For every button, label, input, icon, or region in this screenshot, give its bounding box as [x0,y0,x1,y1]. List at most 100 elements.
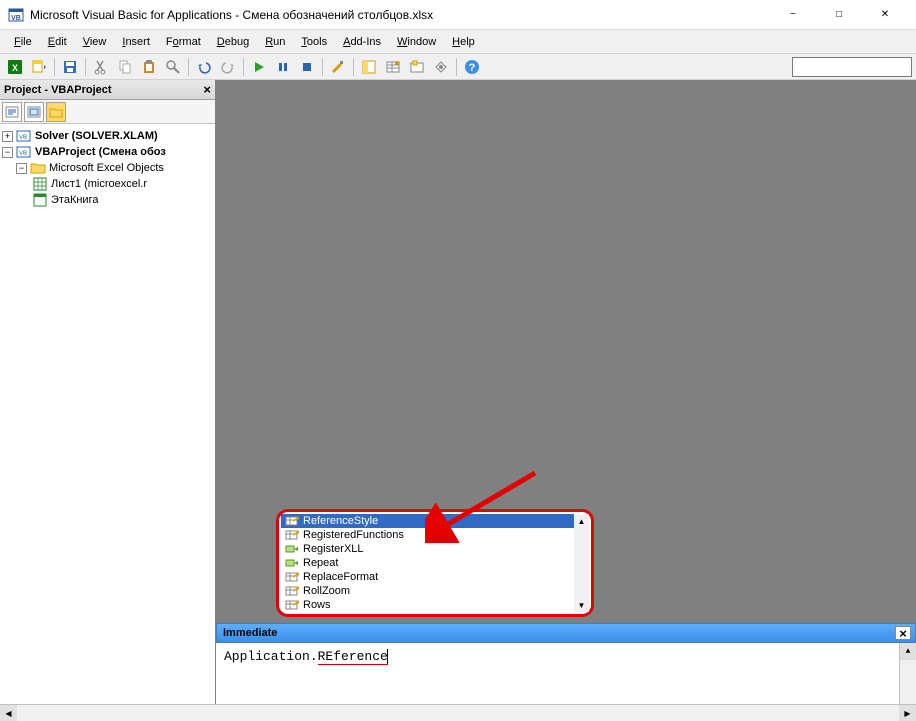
menu-insert[interactable]: Insert [114,33,158,51]
view-object-icon[interactable] [24,102,44,122]
intellisense-item-label: ReplaceFormat [303,571,378,583]
menu-file[interactable]: File [6,33,40,51]
workbook-icon [32,193,48,207]
intellisense-scrollbar[interactable]: ▲ ▼ [574,514,589,612]
intellisense-item-label: ReferenceStyle [303,515,378,527]
toolbar-separator [85,58,86,76]
scroll-right-icon[interactable]: ▶ [899,705,916,721]
project-explorer-icon[interactable] [358,56,380,78]
tree-node-sheet1[interactable]: Лист1 (microexcel.r [2,176,213,192]
project-panel-close[interactable]: × [203,82,211,97]
save-icon[interactable] [59,56,81,78]
folder-icon [30,161,46,175]
position-combo[interactable] [792,57,912,77]
intellisense-item[interactable]: Rows [281,598,589,612]
intellisense-item[interactable]: ReferenceStyle [281,514,589,528]
collapse-icon[interactable]: − [16,163,27,174]
menu-edit[interactable]: Edit [40,33,75,51]
project-panel-header: Project - VBAProject × [0,80,215,100]
scroll-up-icon[interactable]: ▲ [574,514,589,528]
menu-bar: File Edit View Insert Format Debug Run T… [0,30,916,54]
excel-icon[interactable]: X [4,56,26,78]
menu-run[interactable]: Run [257,33,293,51]
expand-icon[interactable]: + [2,131,13,142]
intellisense-popup[interactable]: ReferenceStyle RegisteredFunctions Registe… [276,509,594,617]
immediate-header[interactable]: Immediate × [216,623,916,643]
collapse-icon[interactable]: − [2,147,13,158]
scroll-track[interactable] [17,705,899,721]
tree-node-thisworkbook[interactable]: ЭтаКнига [2,192,213,208]
tree-label: VBAProject (Смена обоз [35,146,166,158]
intellisense-item[interactable]: RollZoom [281,584,589,598]
menu-addins[interactable]: Add-Ins [335,33,389,51]
scroll-up-icon[interactable]: ▲ [900,643,916,660]
intellisense-item[interactable]: RegisterXLL [281,542,589,556]
window-titlebar: VB Microsoft Visual Basic for Applicatio… [0,0,916,30]
toolbar-separator [188,58,189,76]
tree-node-vbaproject[interactable]: − VB VBAProject (Смена обоз [2,144,213,160]
app-icon: VB [8,7,24,23]
paste-icon[interactable] [138,56,160,78]
tree-label: Лист1 (microexcel.r [51,178,147,190]
tree-node-excel-objects[interactable]: − Microsoft Excel Objects [2,160,213,176]
intellisense-item[interactable]: ReplaceFormat [281,570,589,584]
help-icon[interactable]: ? [461,56,483,78]
toolbar-separator [54,58,55,76]
menu-help[interactable]: Help [444,33,483,51]
project-explorer: Project - VBAProject × + VB Solver (SOLV… [0,80,216,721]
property-icon [285,599,299,611]
svg-text:VB: VB [11,15,21,22]
property-icon [285,515,299,527]
tree-label: ЭтаКнига [51,194,98,206]
break-icon[interactable] [272,56,294,78]
intellisense-list[interactable]: ReferenceStyle RegisteredFunctions Registe… [281,514,589,612]
immediate-close-icon[interactable]: × [895,626,911,640]
cut-icon[interactable] [90,56,112,78]
intellisense-item[interactable]: Repeat [281,556,589,570]
menu-format[interactable]: Format [158,33,209,51]
run-icon[interactable] [248,56,270,78]
insert-module-dropdown[interactable] [28,56,50,78]
minimize-button[interactable]: − [770,0,816,30]
view-code-icon[interactable] [2,102,22,122]
tree-node-solver[interactable]: + VB Solver (SOLVER.XLAM) [2,128,213,144]
close-button[interactable]: ✕ [862,0,908,30]
vba-project-icon: VB [16,145,32,159]
object-browser-icon[interactable] [406,56,428,78]
maximize-button[interactable]: □ [816,0,862,30]
find-icon[interactable] [162,56,184,78]
reset-icon[interactable] [296,56,318,78]
immediate-text-member: REference [318,649,388,665]
intellisense-item-label: RegisterXLL [303,543,364,555]
intellisense-item-label: RollZoom [303,585,350,597]
redo-icon[interactable] [217,56,239,78]
horizontal-scrollbar[interactable]: ◀ ▶ [0,704,916,721]
immediate-title: Immediate [223,627,277,639]
menu-window[interactable]: Window [389,33,444,51]
intellisense-item-label: RegisteredFunctions [303,529,404,541]
intellisense-item[interactable]: RegisteredFunctions [281,528,589,542]
design-mode-icon[interactable] [327,56,349,78]
copy-icon[interactable] [114,56,136,78]
method-icon [285,543,299,555]
property-icon [285,571,299,583]
immediate-text-prefix: Application. [224,649,318,664]
toggle-folders-icon[interactable] [46,102,66,122]
vba-project-icon: VB [16,129,32,143]
project-tree[interactable]: + VB Solver (SOLVER.XLAM) − VB VBAProjec… [0,124,215,721]
toolbar-separator [456,58,457,76]
menu-view[interactable]: View [75,33,115,51]
properties-icon[interactable] [382,56,404,78]
toolbox-icon[interactable] [430,56,452,78]
mdi-area: Immediate × Application.REference ▲ ▼ [216,80,916,721]
scroll-down-icon[interactable]: ▼ [574,598,589,612]
svg-text:X: X [12,63,18,73]
tree-label: Solver (SOLVER.XLAM) [35,130,158,142]
undo-icon[interactable] [193,56,215,78]
toolbar-separator [322,58,323,76]
intellisense-item-label: Rows [303,599,331,611]
menu-debug[interactable]: Debug [209,33,257,51]
svg-text:?: ? [469,62,476,74]
scroll-left-icon[interactable]: ◀ [0,705,17,721]
menu-tools[interactable]: Tools [293,33,335,51]
